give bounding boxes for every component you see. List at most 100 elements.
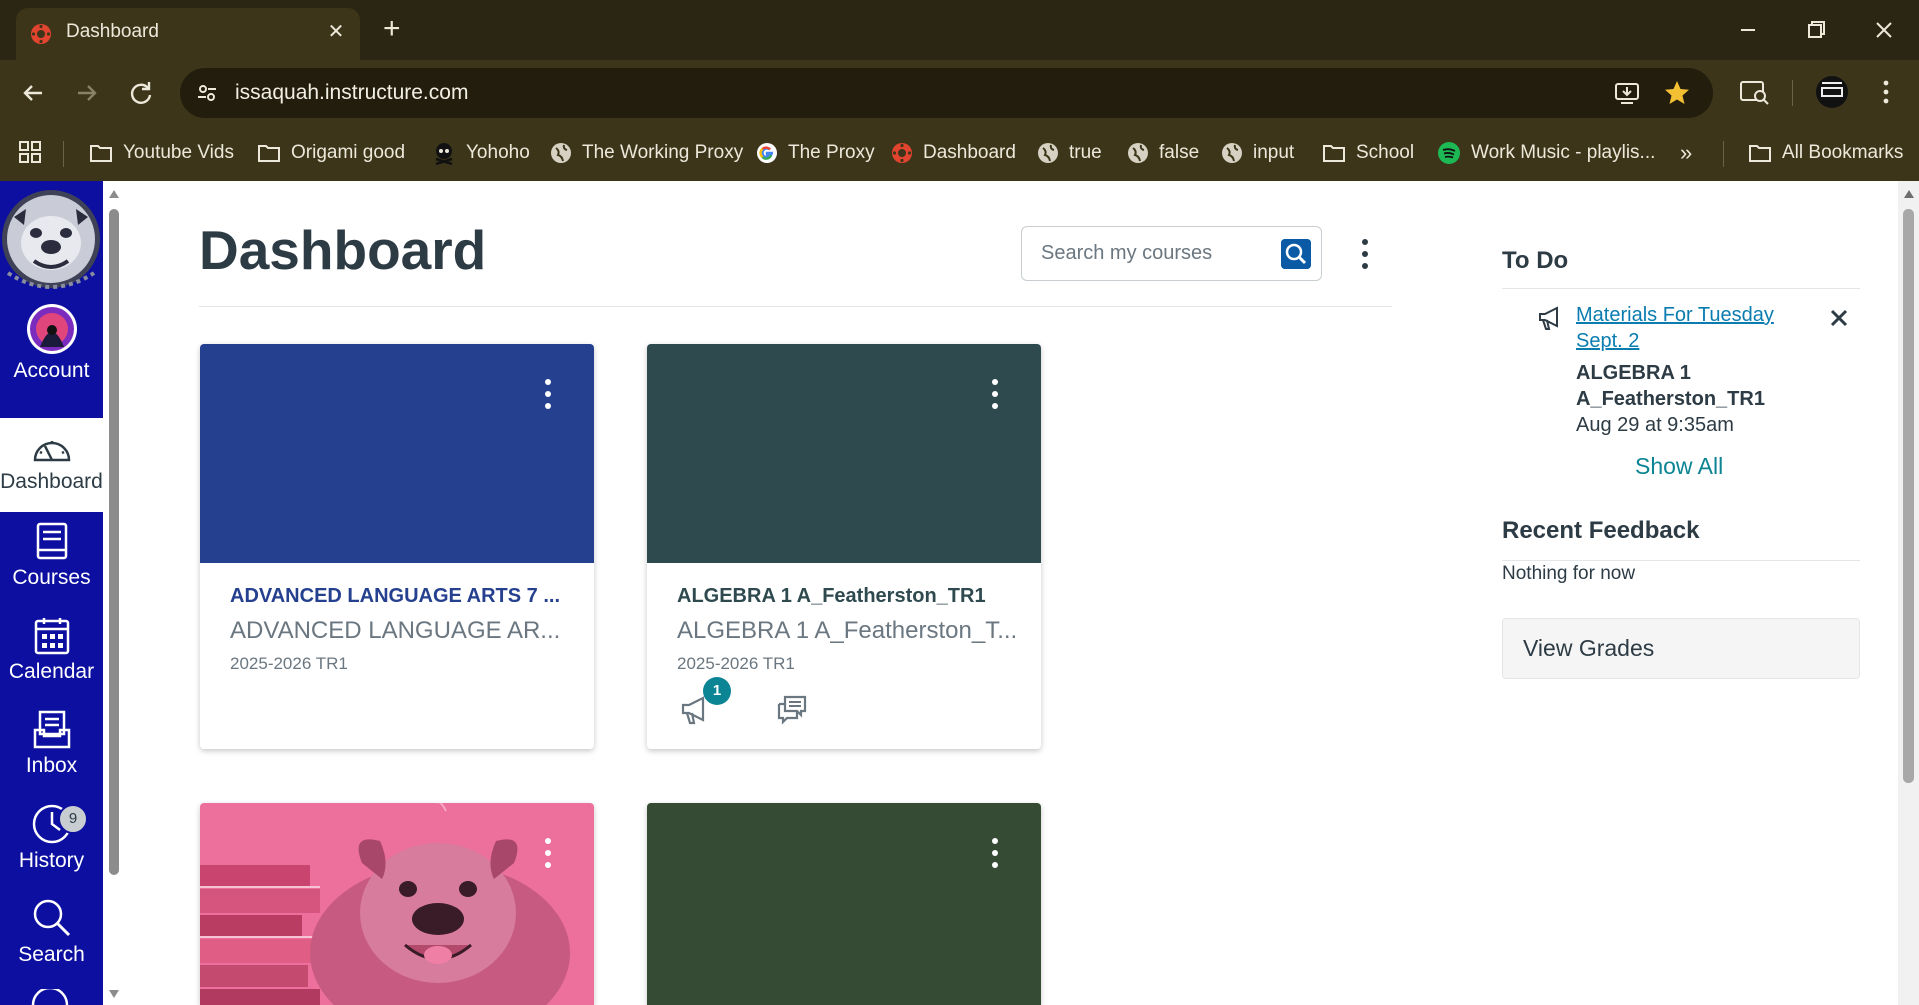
bookmark-label: Dashboard: [923, 142, 1016, 163]
bookmark-input[interactable]: input: [1221, 137, 1294, 169]
install-app-icon[interactable]: [1612, 78, 1642, 108]
forward-arrow-icon[interactable]: [70, 76, 104, 110]
recent-feedback-heading: Recent Feedback: [1502, 517, 1700, 544]
bookmark-label: input: [1253, 142, 1295, 163]
chrome-menu-icon[interactable]: [1868, 74, 1904, 110]
folder-icon: [90, 145, 112, 162]
dashboard-options-kebab-icon[interactable]: [1352, 234, 1378, 274]
minimize-icon[interactable]: [1726, 12, 1770, 48]
school-bulldog-logo[interactable]: [0, 181, 103, 299]
site-settings-icon[interactable]: [194, 80, 220, 106]
bulldog-course-image[interactable]: [200, 803, 594, 1005]
bookmark-star-icon[interactable]: [1662, 78, 1692, 108]
announcements-count-badge: 1: [703, 677, 731, 705]
restore-icon[interactable]: [1794, 12, 1838, 48]
nav-courses[interactable]: Courses: [0, 514, 103, 608]
scrollbar-thumb[interactable]: [109, 209, 119, 875]
more-bookmarks-label: »: [1680, 140, 1693, 165]
nav-inbox-label: Inbox: [25, 754, 78, 777]
bookmark-origami-good[interactable]: Origami good: [257, 137, 405, 169]
nav-calendar[interactable]: Calendar: [0, 608, 103, 702]
reading-list-icon[interactable]: [1736, 74, 1772, 110]
more-bookmarks-chevron-icon[interactable]: »: [1680, 137, 1692, 169]
search-icon: [33, 899, 70, 937]
all-bookmarks-label: All Bookmarks: [1782, 142, 1904, 163]
bookmark-yohoho[interactable]: Yohoho: [432, 137, 530, 169]
scroll-up-arrow-icon[interactable]: [1903, 189, 1915, 199]
nav-account[interactable]: Account: [0, 301, 103, 395]
help-notification-badge: 9: [58, 804, 88, 834]
nav-history[interactable]: History: [0, 796, 103, 890]
new-tab-icon[interactable]: +: [383, 14, 401, 44]
toolbar-separator: [1792, 80, 1793, 106]
page-scrollbar[interactable]: [1898, 181, 1919, 1005]
card-options-kebab-icon[interactable]: [538, 833, 558, 873]
search-courses-input[interactable]: [1023, 228, 1263, 279]
bookmark-label: Yohoho: [466, 142, 530, 163]
bookmark-label: false: [1159, 142, 1200, 163]
bookmark-dashboard[interactable]: Dashboard: [891, 137, 1016, 169]
bookmark-the-working-proxy[interactable]: The Working Proxy: [550, 137, 743, 169]
dismiss-todo-close-icon[interactable]: [1827, 306, 1851, 330]
course-card-title[interactable]: ALGEBRA 1 A_Featherston_TR1: [677, 585, 986, 608]
bookmark-work-music[interactable]: Work Music - playlis...: [1437, 137, 1655, 169]
calendar-icon: [34, 618, 69, 655]
course-card-hero[interactable]: [200, 344, 594, 563]
all-bookmarks[interactable]: All Bookmarks: [1748, 137, 1903, 169]
card-options-kebab-icon[interactable]: [538, 374, 558, 414]
scroll-up-arrow-icon[interactable]: [108, 189, 120, 199]
bookmark-youtube-vids[interactable]: Youtube Vids: [89, 137, 234, 169]
search-submit-icon[interactable]: [1281, 239, 1311, 269]
tab-close-icon[interactable]: ✕: [324, 20, 348, 44]
skull-icon: [435, 143, 453, 165]
active-tab[interactable]: Dashboard ✕: [16, 8, 360, 60]
global-navigation: Account Dashboard Courses Calendar Inbox…: [0, 181, 103, 1005]
scroll-down-arrow-icon[interactable]: [108, 989, 120, 999]
bookmark-label: School: [1356, 142, 1415, 163]
back-arrow-icon[interactable]: [16, 76, 50, 110]
course-card-subtitle: ALGEBRA 1 A_Featherston_T...: [677, 617, 1018, 644]
apps-grid-icon[interactable]: [17, 139, 43, 165]
course-card-term: 2025-2026 TR1: [230, 654, 348, 673]
folder-icon: [258, 145, 280, 162]
bookmark-the-proxy[interactable]: The Proxy: [756, 137, 875, 169]
browser-toolbar: issaquah.instructure.com: [0, 60, 1919, 125]
nav-dashboard[interactable]: Dashboard: [0, 418, 103, 512]
course-card[interactable]: ADVANCED LANGUAGE ARTS 7 ... ADVANCED LA…: [200, 344, 594, 749]
course-card[interactable]: [647, 803, 1041, 1005]
course-card-subtitle: ADVANCED LANGUAGE AR...: [230, 617, 561, 644]
bookmark-true[interactable]: true: [1037, 137, 1102, 169]
course-search: [1021, 226, 1322, 281]
show-all-link[interactable]: Show All: [1635, 453, 1723, 480]
nav-search[interactable]: Search: [0, 890, 103, 984]
help-icon[interactable]: [30, 989, 70, 1005]
nav-inbox[interactable]: Inbox: [0, 702, 103, 796]
discussions-icon[interactable]: [775, 693, 809, 727]
profile-avatar-icon[interactable]: [1814, 74, 1850, 110]
feedback-divider: [1502, 560, 1860, 561]
card-options-kebab-icon[interactable]: [985, 374, 1005, 414]
bookmarks-bar: Youtube Vids Origami good Yohoho The Wor…: [0, 125, 1919, 181]
address-bar[interactable]: issaquah.instructure.com: [180, 68, 1713, 118]
bookmark-label: The Proxy: [788, 142, 875, 163]
nav-dashboard-label: Dashboard: [0, 470, 103, 493]
todo-item-link[interactable]: Materials For Tuesday Sept. 2: [1576, 302, 1796, 354]
card-options-kebab-icon[interactable]: [985, 833, 1005, 873]
view-grades-button[interactable]: View Grades: [1502, 618, 1860, 679]
bookmark-school[interactable]: School: [1322, 137, 1414, 169]
announcement-icon: [1539, 306, 1558, 330]
bookmark-label: Youtube Vids: [123, 142, 234, 163]
globe-icon: [1222, 143, 1242, 163]
close-window-icon[interactable]: [1862, 12, 1906, 48]
course-card-hero[interactable]: [647, 344, 1041, 563]
course-card-hero[interactable]: [647, 803, 1041, 1005]
course-card-title[interactable]: ADVANCED LANGUAGE ARTS 7 ...: [230, 585, 560, 608]
reload-icon[interactable]: [124, 76, 158, 110]
nav-scrollbar[interactable]: [103, 181, 125, 1005]
course-card[interactable]: ALGEBRA 1 A_Featherston_TR1 ALGEBRA 1 A_…: [647, 344, 1041, 749]
scrollbar-thumb[interactable]: [1903, 209, 1914, 783]
nav-calendar-label: Calendar: [8, 660, 95, 683]
bookmark-false[interactable]: false: [1127, 137, 1199, 169]
feedback-empty-text: Nothing for now: [1502, 563, 1636, 584]
course-card[interactable]: [200, 803, 594, 1005]
